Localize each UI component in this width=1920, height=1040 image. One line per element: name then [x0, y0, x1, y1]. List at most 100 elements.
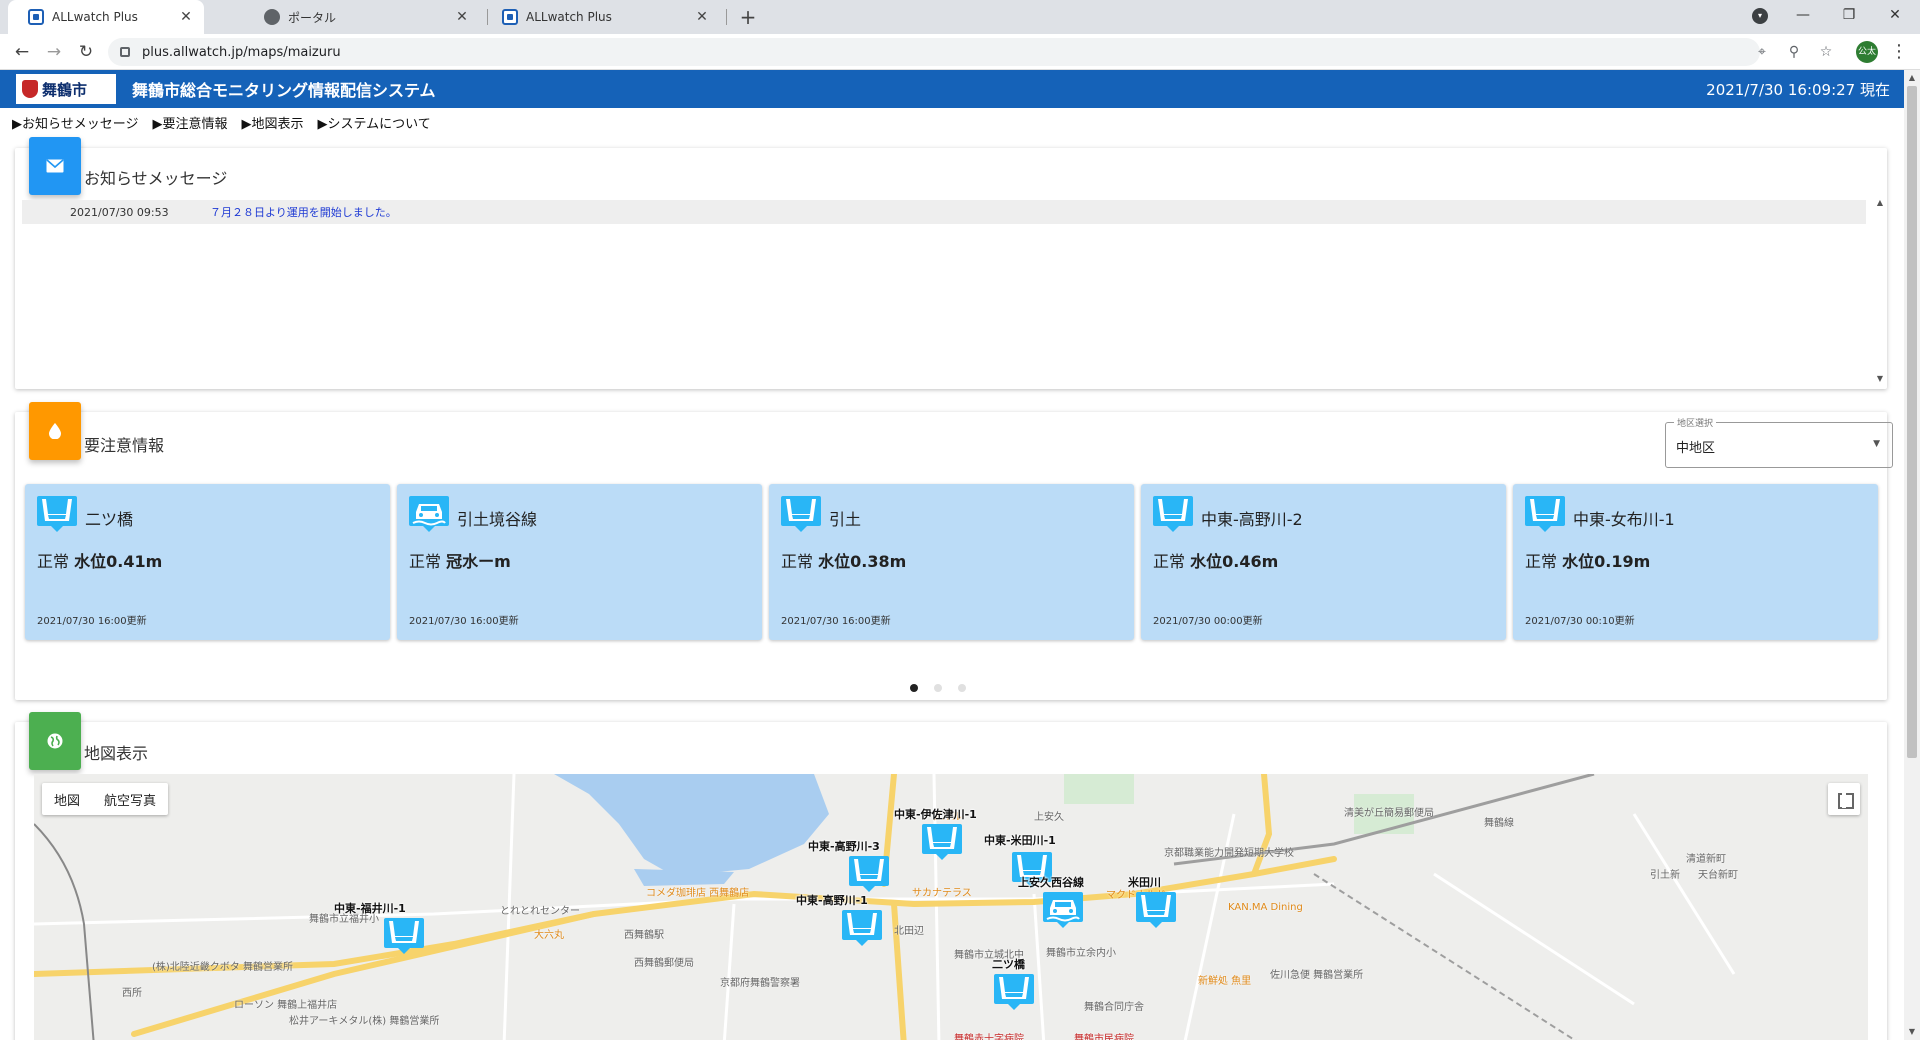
map-place-label[interactable]: サカナテラス	[912, 884, 972, 899]
close-window-icon[interactable]: ✕	[1872, 0, 1918, 30]
minimize-icon[interactable]: —	[1780, 0, 1826, 30]
nav-link-about[interactable]: ▶システムについて	[317, 113, 430, 132]
district-select[interactable]: 地区選択 中地区 ▼	[1665, 416, 1893, 468]
scroll-up-icon[interactable]: ▲	[1873, 198, 1887, 207]
sensor-marker-label[interactable]: 中東-伊佐津川-1	[894, 806, 977, 822]
scroll-down-icon[interactable]: ▼	[1873, 374, 1887, 383]
map-canvas[interactable]: 地図 航空写真 とれとれセンター コメダ珈琲店 西舞鶴店 サカナテラス マクドナ…	[34, 774, 1868, 1040]
tab-close-icon[interactable]: ✕	[178, 9, 194, 25]
zoom-icon[interactable]: ⚲	[1784, 38, 1804, 66]
browser-tab-allwatch-2[interactable]: ALLwatch Plus ✕	[482, 0, 720, 34]
water-level-marker-icon[interactable]	[922, 824, 962, 860]
tab-title: ALLwatch Plus	[526, 10, 612, 24]
map-place-label[interactable]: とれとれセンター	[500, 902, 580, 917]
sensor-marker-label[interactable]: 米田川	[1128, 874, 1161, 890]
scroll-down-icon[interactable]: ▼	[1904, 1024, 1920, 1040]
map-place-label[interactable]: 引土新	[1650, 866, 1680, 881]
map-place-label[interactable]: コメダ珈琲店 西舞鶴店	[646, 884, 749, 899]
sensor-marker-label[interactable]: 中東-福井川-1	[334, 900, 406, 916]
scrollbar-thumb[interactable]	[1907, 86, 1917, 758]
bookmark-star-icon[interactable]: ☆	[1816, 38, 1836, 66]
alert-card[interactable]: 中東-高野川-2 正常 水位0.46m 2021/07/30 00:00更新	[1141, 484, 1506, 640]
map-place-label[interactable]: (株)北陸近畿クボタ 舞鶴営業所	[152, 958, 293, 973]
new-tab-button[interactable]: +	[736, 5, 760, 29]
browser-tab-bar: ALLwatch Plus ✕ ポータル ✕ ALLwatch Plus ✕ +…	[0, 0, 1920, 34]
map-place-label[interactable]: 上安久	[1034, 808, 1064, 823]
map-place-label[interactable]: 天台新町	[1698, 866, 1738, 881]
logo-text: 舞鶴市	[42, 80, 88, 99]
water-level-marker-icon[interactable]	[842, 910, 882, 946]
alert-status: 正常	[1153, 552, 1186, 571]
back-icon[interactable]: ←	[10, 40, 34, 64]
forward-icon[interactable]: →	[42, 40, 66, 64]
map-place-label[interactable]: 舞鶴合同庁舎	[1084, 998, 1144, 1013]
carousel-dot-1[interactable]	[910, 684, 918, 692]
allwatch-favicon-icon	[502, 9, 518, 25]
map-place-label[interactable]: 舞鶴市民病院	[1074, 1030, 1134, 1040]
fullscreen-icon[interactable]	[1828, 783, 1860, 815]
map-place-label[interactable]: 西所	[122, 984, 142, 999]
alert-card[interactable]: 二ツ橋 正常 水位0.41m 2021/07/30 16:00更新	[25, 484, 390, 640]
tab-close-icon[interactable]: ✕	[694, 9, 710, 25]
tab-title: ALLwatch Plus	[52, 10, 138, 24]
carousel-dot-3[interactable]	[958, 684, 966, 692]
reload-icon[interactable]: ↻	[74, 40, 98, 64]
carousel-dot-2[interactable]	[934, 684, 942, 692]
alert-card[interactable]: 引土 正常 水位0.38m 2021/07/30 16:00更新	[769, 484, 1134, 640]
browser-tab-allwatch-1[interactable]: ALLwatch Plus ✕	[8, 0, 204, 34]
alerts-card: 要注意情報 地区選択 中地区 ▼ 二ツ橋 正常 水位0.41m 2021/07/30…	[15, 402, 1893, 700]
map-place-label[interactable]: 舞鶴線	[1484, 814, 1514, 829]
road-flood-marker-icon[interactable]	[1043, 892, 1083, 928]
water-level-marker-icon[interactable]	[849, 856, 889, 892]
page-scrollbar[interactable]: ▲ ▼	[1904, 70, 1920, 1040]
url-field[interactable]: plus.allwatch.jp/maps/maizuru	[108, 38, 1760, 66]
browser-tab-portal[interactable]: ポータル ✕	[244, 0, 480, 34]
map-place-label[interactable]: 京都職業能力開発短期大学校	[1164, 844, 1294, 859]
restore-icon[interactable]: ❐	[1826, 0, 1872, 30]
water-level-marker-icon[interactable]	[384, 918, 424, 954]
alert-status-line: 正常 水位0.41m	[37, 548, 162, 572]
notice-row[interactable]: 2021/07/30 09:53 ７月２８日より運用を開始しました。	[22, 200, 1866, 224]
water-level-marker-icon[interactable]	[994, 974, 1034, 1010]
notices-card: お知らせメッセージ 2021/07/30 09:53 ７月２８日より運用を開始し…	[15, 137, 1887, 389]
notice-list-scrollbar[interactable]: ▲ ▼	[1873, 198, 1887, 383]
alert-station-name: 引土	[829, 510, 862, 529]
map-place-label[interactable]: 京都府舞鶴警察署	[720, 974, 800, 989]
dropdown-arrow-icon: ▼	[1873, 439, 1880, 449]
map-place-label[interactable]: 清道新町	[1686, 850, 1726, 865]
tab-search-icon[interactable]: ▾	[1752, 8, 1768, 24]
scroll-up-icon[interactable]: ▲	[1904, 70, 1920, 86]
nav-link-notices[interactable]: ▶お知らせメッセージ	[12, 113, 138, 132]
map-place-label[interactable]: 清美が丘簡易郵便局	[1344, 804, 1434, 819]
city-logo: 舞鶴市	[16, 74, 116, 104]
water-level-marker-icon[interactable]	[1136, 892, 1176, 928]
alert-card[interactable]: 中東-女布川-1 正常 水位0.19m 2021/07/30 00:10更新	[1513, 484, 1878, 640]
alert-status-line: 正常 水位0.46m	[1153, 548, 1278, 572]
map-place-label[interactable]: 舞鶴市立余内小	[1046, 944, 1116, 959]
tab-title: ポータル	[288, 10, 337, 25]
sensor-marker-label[interactable]: 二ツ橋	[992, 956, 1025, 972]
sensor-marker-label[interactable]: 上安久西谷線	[1018, 874, 1084, 890]
browser-menu-icon[interactable]: ⋮	[1890, 40, 1908, 64]
location-icon[interactable]: ⌖	[1752, 38, 1772, 66]
map-place-label[interactable]: KAN.MA Dining	[1228, 902, 1303, 913]
map-place-label[interactable]: 大六丸	[534, 926, 564, 941]
sensor-marker-label[interactable]: 中東-高野川-1	[796, 892, 868, 908]
map-type-satellite-button[interactable]: 航空写真	[92, 790, 168, 809]
tab-close-icon[interactable]: ✕	[454, 9, 470, 25]
map-place-label[interactable]: 松井アーキメタル(株) 舞鶴営業所	[289, 1012, 439, 1027]
sensor-marker-label[interactable]: 中東-米田川-1	[984, 832, 1056, 848]
nav-link-alerts[interactable]: ▶要注意情報	[152, 113, 227, 132]
nav-link-map[interactable]: ▶地図表示	[241, 113, 303, 132]
alert-card[interactable]: 引土境谷線 正常 冠水ーm 2021/07/30 16:00更新	[397, 484, 762, 640]
map-place-label[interactable]: 西舞鶴駅	[624, 926, 664, 941]
sensor-marker-label[interactable]: 中東-高野川-3	[808, 838, 880, 854]
profile-avatar[interactable]: 公太	[1856, 41, 1878, 63]
map-place-label[interactable]: 西舞鶴郵便局	[634, 954, 694, 969]
map-place-label[interactable]: 新鮮処 魚里	[1198, 972, 1251, 987]
map-place-label[interactable]: 舞鶴赤十字病院	[954, 1030, 1024, 1040]
map-place-label[interactable]: ローソン 舞鶴上福井店	[234, 996, 337, 1011]
map-place-label[interactable]: 佐川急便 舞鶴営業所	[1270, 966, 1363, 981]
map-type-map-button[interactable]: 地図	[42, 790, 92, 809]
map-place-label[interactable]: 北田辺	[894, 922, 924, 937]
